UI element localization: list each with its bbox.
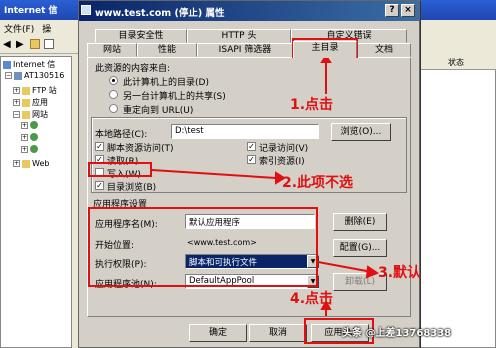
watermark: 头条 @上差13768338: [342, 328, 452, 339]
annotation-step3: 3.默认: [378, 265, 422, 281]
arrow-step3: [317, 261, 373, 273]
annotation-step1: 1.点击: [290, 97, 334, 113]
tab-home-directory[interactable]: 主目录: [293, 41, 357, 58]
annotation-step4: 4.点击: [290, 291, 334, 307]
annotation-step2: 2.此项不选: [282, 175, 354, 191]
arrow-step2: [151, 169, 277, 179]
arrowhead-step3: [365, 265, 380, 279]
annotation-arrows: [151, 54, 380, 316]
